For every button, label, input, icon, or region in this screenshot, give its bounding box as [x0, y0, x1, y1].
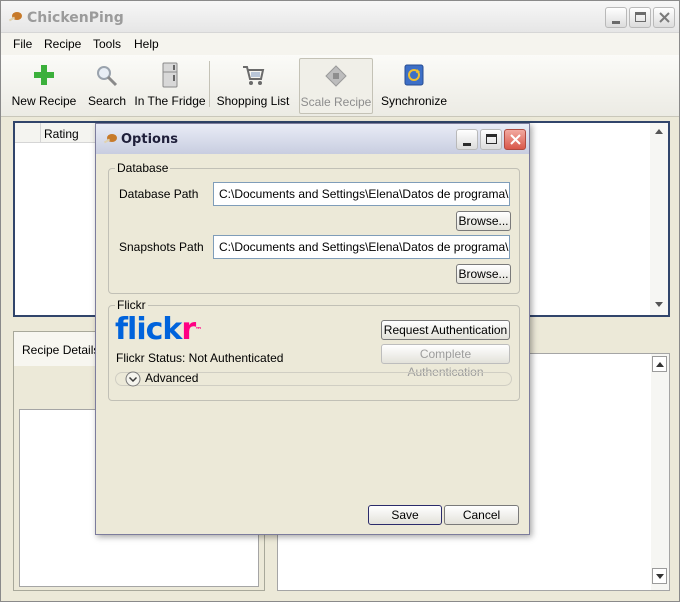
menu-help[interactable]: Help: [134, 37, 159, 51]
maximize-icon: [486, 134, 497, 144]
database-path-label: Database Path: [119, 187, 199, 201]
new-recipe-button[interactable]: New Recipe: [9, 58, 79, 112]
rating-column-header[interactable]: Rating: [41, 123, 101, 143]
tab-recipe-details[interactable]: Recipe Details: [14, 332, 106, 366]
scroll-down-icon: [656, 574, 664, 579]
minimize-button[interactable]: [605, 7, 627, 28]
plus-icon: [34, 65, 54, 85]
snapshots-path-input[interactable]: C:\Documents and Settings\Elena\Datos de…: [213, 235, 510, 259]
database-legend: Database: [115, 161, 171, 175]
flickr-status: Flickr Status: Not Authenticated: [116, 351, 284, 365]
scroll-down-icon[interactable]: [654, 301, 664, 309]
list-corner-header: [15, 123, 41, 143]
database-group: Database Database Path C:\Documents and …: [108, 161, 520, 294]
scale-recipe-label: Scale Recipe: [300, 95, 372, 109]
snapshots-browse-button[interactable]: Browse...: [456, 264, 511, 284]
expand-chevron-icon: [125, 371, 141, 387]
shopping-list-button[interactable]: Shopping List: [215, 58, 291, 112]
search-label: Search: [87, 94, 127, 108]
toolbar-separator: [209, 61, 210, 107]
maximize-button[interactable]: [629, 7, 651, 28]
database-browse-button[interactable]: Browse...: [456, 211, 511, 231]
magnifier-icon: [97, 66, 118, 87]
search-button[interactable]: Search: [85, 58, 129, 112]
chicken-leg-icon: [103, 134, 117, 144]
scroll-up-icon: [656, 362, 664, 367]
request-authentication-button[interactable]: Request Authentication: [381, 320, 510, 340]
complete-authentication-button[interactable]: Complete Authentication: [381, 344, 510, 379]
options-dialog: Options Database Database Path C:\Docume…: [95, 123, 530, 535]
scroll-up-icon[interactable]: [654, 127, 664, 135]
database-path-input[interactable]: C:\Documents and Settings\Elena\Datos de…: [213, 182, 510, 206]
synchronize-icon: [404, 64, 424, 86]
advanced-expander[interactable]: Advanced: [115, 371, 512, 387]
flickr-group: Flickr flickr™ Flickr Status: Not Authen…: [108, 298, 520, 401]
save-button[interactable]: Save: [368, 505, 442, 525]
toolbar: New Recipe Search In The Fridge Shopping…: [1, 55, 679, 117]
advanced-label: Advanced: [145, 371, 199, 385]
scroll-up-button[interactable]: [652, 356, 667, 372]
minimize-icon: [463, 143, 471, 146]
close-icon: [510, 134, 521, 145]
recipe-text-scrollbar[interactable]: [651, 354, 669, 590]
shopping-cart-icon: [243, 66, 265, 85]
flickr-legend: Flickr: [115, 298, 148, 312]
recipe-list-scrollbar[interactable]: [650, 123, 668, 315]
main-title-bar[interactable]: ChickenPing: [1, 1, 679, 33]
scroll-down-button[interactable]: [652, 568, 667, 584]
menu-bar: File Recipe Tools Help: [1, 33, 679, 55]
in-the-fridge-button[interactable]: In The Fridge: [133, 58, 207, 112]
menu-tools[interactable]: Tools: [93, 37, 121, 51]
dialog-close-button[interactable]: [504, 129, 526, 150]
flickr-logo: flickr™: [115, 312, 202, 347]
close-icon: [659, 12, 670, 23]
minimize-icon: [612, 21, 620, 24]
synchronize-label: Synchronize: [380, 94, 448, 108]
scale-recipe-button[interactable]: Scale Recipe: [299, 58, 373, 114]
shopping-list-label: Shopping List: [216, 94, 290, 108]
new-recipe-label: New Recipe: [11, 94, 77, 108]
options-title: Options: [121, 132, 178, 147]
chicken-leg-icon: [8, 12, 22, 22]
menu-file[interactable]: File: [13, 37, 32, 51]
dialog-maximize-button[interactable]: [480, 129, 502, 150]
fridge-icon: [162, 62, 178, 88]
cancel-button[interactable]: Cancel: [444, 505, 519, 525]
options-title-bar[interactable]: Options: [96, 124, 529, 154]
scale-icon: [325, 65, 347, 87]
synchronize-button[interactable]: Synchronize: [379, 58, 449, 112]
menu-recipe[interactable]: Recipe: [44, 37, 81, 51]
in-the-fridge-label: In The Fridge: [134, 94, 206, 108]
maximize-icon: [635, 12, 646, 22]
dialog-minimize-button[interactable]: [456, 129, 478, 150]
close-button[interactable]: [653, 7, 675, 28]
app-title: ChickenPing: [27, 10, 124, 26]
snapshots-path-label: Snapshots Path: [119, 240, 204, 254]
